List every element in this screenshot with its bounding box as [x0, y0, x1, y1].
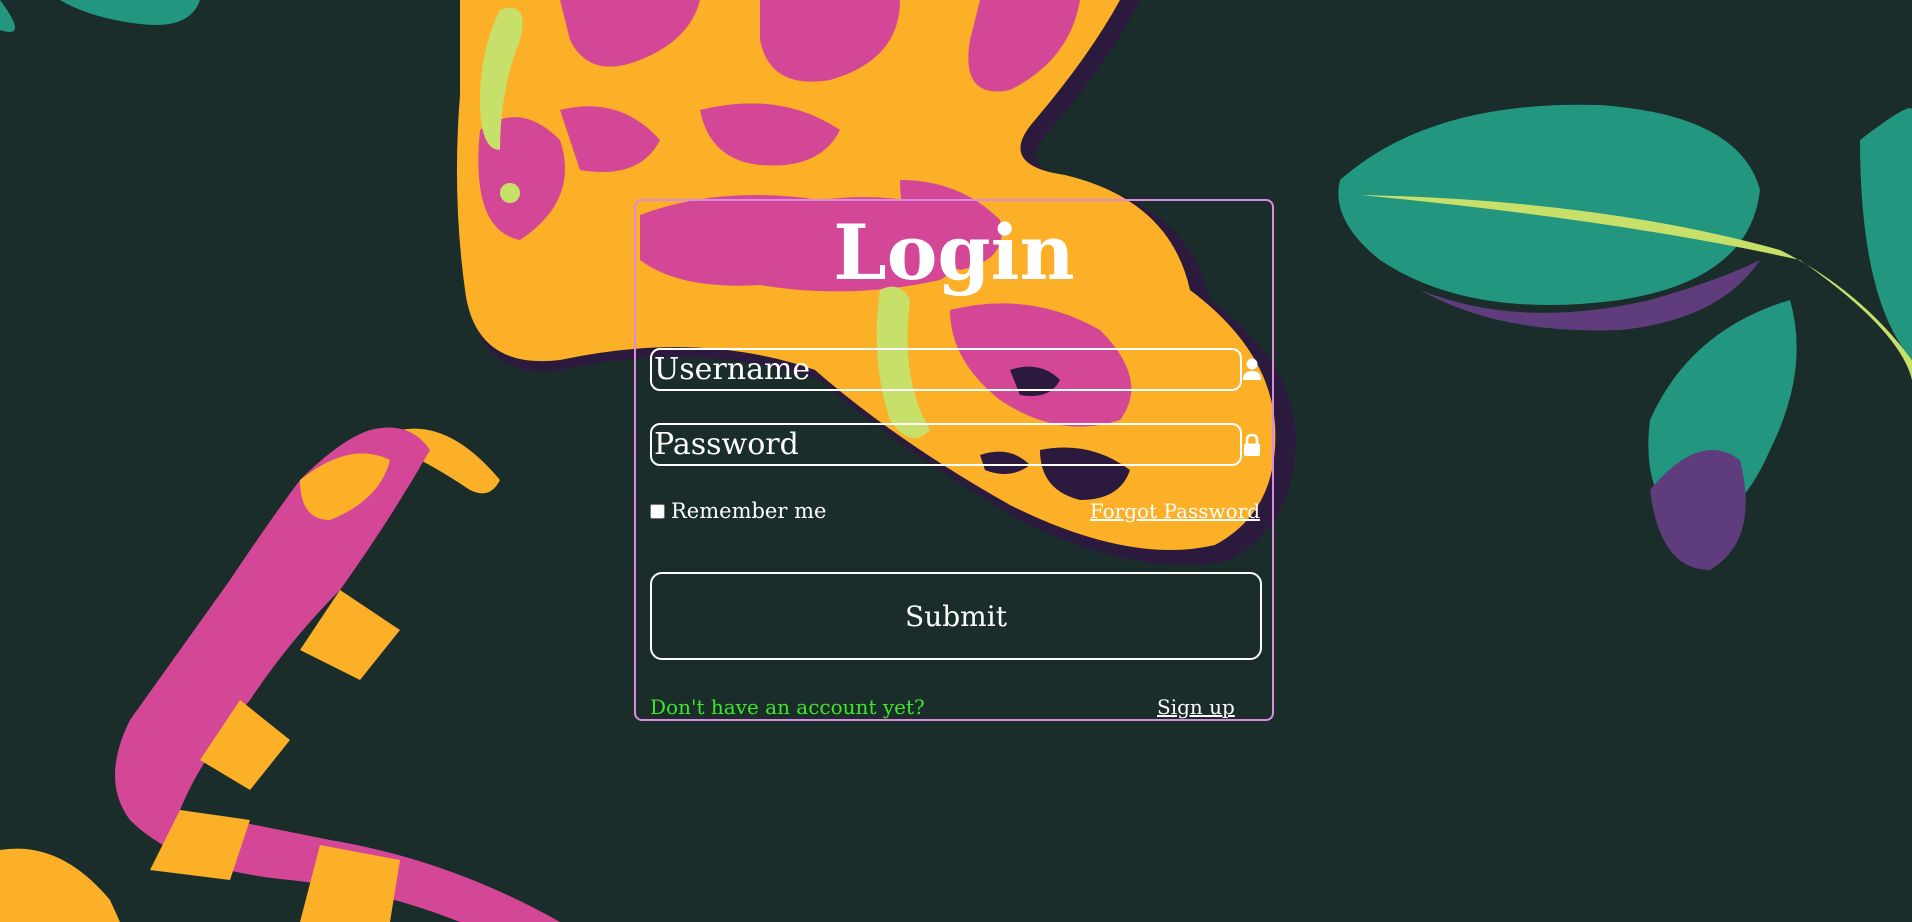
forgot-password-link[interactable]: Forgot Password	[1090, 499, 1260, 523]
login-title: Login	[833, 208, 1075, 297]
remember-me-label: Remember me	[671, 499, 827, 523]
no-account-text: Don't have an account yet?	[650, 695, 925, 719]
lock-icon	[1244, 433, 1260, 456]
corner-leaf-decoration	[0, 0, 200, 25]
user-icon	[1243, 358, 1261, 380]
username-input[interactable]	[650, 348, 1242, 391]
password-input[interactable]	[650, 423, 1242, 466]
login-form: Login Remember me Forgot Password Submit…	[634, 199, 1274, 721]
leaves-illustration	[1338, 104, 1912, 570]
remember-me-checkbox[interactable]	[650, 503, 665, 519]
submit-button[interactable]: Submit	[650, 572, 1262, 660]
sign-up-link[interactable]: Sign up	[1157, 695, 1235, 719]
remember-me: Remember me	[650, 499, 826, 523]
coral-snake-illustration	[0, 427, 560, 922]
